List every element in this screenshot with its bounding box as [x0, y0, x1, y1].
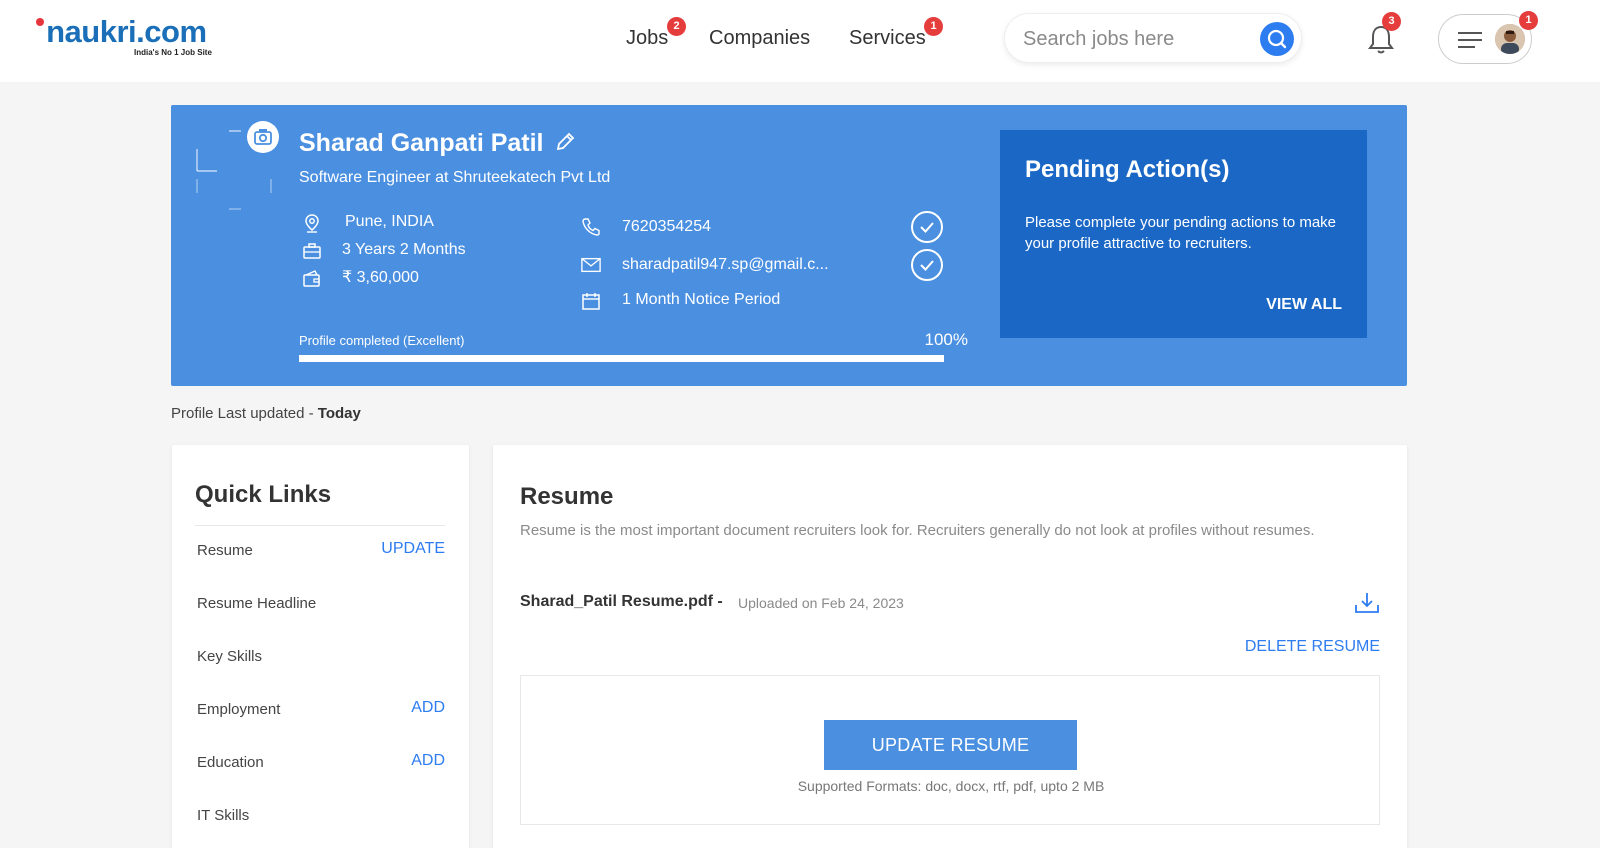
- jobs-badge: 2: [667, 17, 686, 36]
- employment-add-link[interactable]: ADD: [411, 699, 445, 717]
- resume-description: Resume is the most important document re…: [520, 522, 1315, 539]
- profile-location: Pune, INDIA: [345, 213, 434, 230]
- pending-actions-title: Pending Action(s): [1025, 156, 1230, 183]
- profile-name-row: Sharad Ganpati Patil: [299, 129, 576, 158]
- search-bar: [1004, 13, 1302, 63]
- notifications-badge: 3: [1382, 12, 1401, 31]
- profile-email: sharadpatil947.sp@gmail.c...: [622, 256, 829, 273]
- resume-upload-area[interactable]: UPDATE RESUME Supported Formats: doc, do…: [520, 675, 1380, 825]
- quick-link-label: Employment: [197, 701, 281, 718]
- quick-link-resume[interactable]: Resume UPDATE: [197, 540, 445, 566]
- delete-resume-link[interactable]: DELETE RESUME: [1245, 638, 1380, 656]
- checkmark-icon: [920, 260, 934, 271]
- checkmark-icon: [920, 222, 934, 233]
- quick-link-label: Resume Headline: [197, 595, 317, 612]
- services-badge: 1: [924, 17, 943, 36]
- resume-file-name: Sharad_Patil Resume.pdf -: [520, 593, 723, 610]
- profile-progress-fill: [299, 355, 944, 362]
- profile-experience: 3 Years 2 Months: [342, 241, 466, 258]
- phone-icon: [582, 218, 600, 236]
- logo-tagline: India's No 1 Job Site: [134, 48, 212, 57]
- profile-progress-bar: [299, 355, 944, 362]
- view-all-link[interactable]: VIEW ALL: [1266, 296, 1342, 314]
- resume-upload-date: Uploaded on Feb 24, 2023: [738, 595, 904, 611]
- top-header: naukri.com India's No 1 Job Site Jobs 2 …: [0, 0, 1600, 82]
- hamburger-icon: [1458, 32, 1482, 48]
- resume-update-link[interactable]: UPDATE: [381, 540, 445, 558]
- notifications-button[interactable]: 3: [1366, 12, 1401, 56]
- search-button[interactable]: [1260, 22, 1294, 56]
- wallet-icon: [303, 270, 320, 287]
- menu-badge: 1: [1519, 11, 1538, 30]
- quick-link-label: Education: [197, 754, 264, 771]
- avatar-image: [1495, 24, 1525, 54]
- education-add-link[interactable]: ADD: [411, 752, 445, 770]
- profile-menu-button[interactable]: 1: [1438, 11, 1538, 64]
- search-input[interactable]: [1023, 26, 1243, 52]
- phone-verified-check: [911, 211, 943, 243]
- profile-last-updated: Profile Last updated - Today: [171, 405, 361, 422]
- quick-link-label: IT Skills: [197, 807, 250, 824]
- briefcase-icon: [303, 243, 321, 259]
- quick-link-label: Key Skills: [197, 648, 263, 665]
- pending-actions-card: Pending Action(s) Please complete your p…: [1000, 130, 1367, 338]
- nav-companies-label: Companies: [709, 27, 811, 49]
- nav-companies[interactable]: Companies: [709, 26, 810, 50]
- profile-photo-placeholder[interactable]: [195, 121, 279, 210]
- profile-headline: Software Engineer at Shruteekatech Pvt L…: [299, 169, 611, 186]
- divider: [195, 525, 445, 526]
- quick-link-label: Resume: [197, 542, 253, 559]
- profile-salary: ₹ 3,60,000: [342, 269, 419, 286]
- quick-links-title: Quick Links: [195, 481, 332, 508]
- resume-card: Resume Resume is the most important docu…: [493, 445, 1407, 848]
- profile-name: Sharad Ganpati Patil: [299, 129, 544, 157]
- profile-progress-percent: 100%: [924, 330, 968, 349]
- profile-notice-period: 1 Month Notice Period: [622, 291, 781, 308]
- quick-link-key-skills[interactable]: Key Skills: [197, 648, 445, 672]
- email-verified-check: [911, 249, 943, 281]
- last-updated-prefix: Profile Last updated -: [171, 405, 318, 422]
- nav-jobs[interactable]: Jobs 2: [626, 17, 686, 50]
- download-resume-button[interactable]: [1354, 591, 1380, 615]
- nav-jobs-label: Jobs: [626, 27, 669, 49]
- last-updated-value: Today: [317, 405, 361, 422]
- quick-links-card: Quick Links Resume UPDATE Resume Headlin…: [172, 445, 469, 848]
- logo-word: naukri: [46, 14, 137, 49]
- pending-actions-text: Please complete your pending actions to …: [1025, 214, 1337, 252]
- quick-link-resume-headline[interactable]: Resume Headline: [197, 595, 445, 619]
- profile-phone: 7620354254: [622, 218, 711, 235]
- logo-text: naukri.com: [38, 14, 207, 50]
- mail-icon: [581, 257, 601, 273]
- profile-card: Sharad Ganpati Patil Software Engineer a…: [171, 105, 1407, 386]
- upload-photo-button[interactable]: [247, 121, 279, 153]
- nav-services-label: Services: [849, 27, 926, 49]
- quick-link-education[interactable]: Education ADD: [197, 752, 445, 778]
- supported-formats-text: Supported Formats: doc, docx, rtf, pdf, …: [797, 778, 1105, 794]
- camera-icon: [254, 129, 272, 145]
- naukri-logo[interactable]: naukri.com India's No 1 Job Site: [36, 14, 238, 57]
- quick-link-employment[interactable]: Employment ADD: [197, 699, 445, 725]
- logo-tld: .com: [136, 14, 207, 49]
- edit-pencil-icon[interactable]: [554, 131, 576, 153]
- avatar: [1495, 24, 1525, 54]
- calendar-icon: [582, 293, 600, 310]
- quick-link-it-skills[interactable]: IT Skills: [197, 807, 445, 831]
- profile-progress-label: Profile completed (Excellent): [299, 333, 465, 348]
- update-resume-button[interactable]: UPDATE RESUME: [824, 720, 1077, 770]
- resume-title: Resume: [520, 483, 614, 510]
- nav-services[interactable]: Services 1: [849, 17, 943, 50]
- location-pin-icon: [305, 214, 319, 233]
- search-icon: [1267, 29, 1287, 49]
- download-icon: [1355, 593, 1379, 613]
